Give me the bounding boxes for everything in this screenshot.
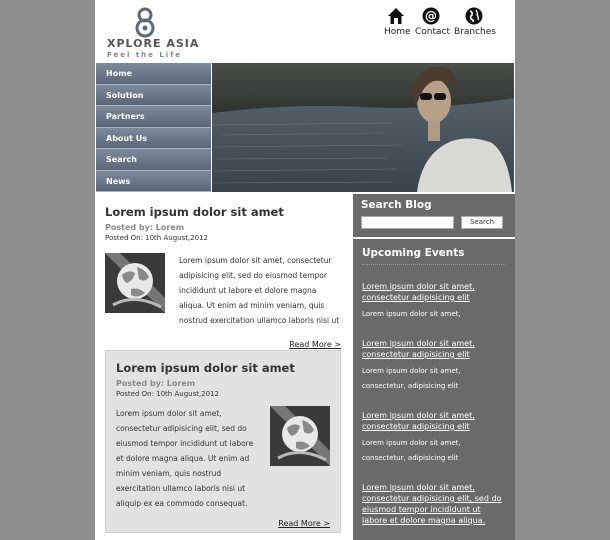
event-description: Lorem ipsum dolor sit amet, consectetur,… bbox=[362, 439, 461, 462]
event-item: Lorem ipsum dolor sit amet, consectetur … bbox=[362, 281, 506, 322]
read-more-link[interactable]: Read More > bbox=[105, 340, 341, 349]
topnav-branches-label: Branches bbox=[454, 27, 496, 37]
menu-item-search[interactable]: Search bbox=[96, 149, 211, 171]
topnav-contact-label: Contact bbox=[415, 27, 451, 37]
event-link[interactable]: Lorem ipsum dolor sit amet, consectetur … bbox=[362, 281, 506, 303]
menu-item-home[interactable]: Home bbox=[96, 63, 211, 85]
event-link[interactable]: Lorem ipsum dolor sit amet, consectetur … bbox=[362, 338, 506, 360]
globe-thumbnail-icon bbox=[270, 406, 330, 466]
search-blog-box: Search Blog Search bbox=[353, 194, 515, 237]
blog-post-1: Lorem ipsum dolor sit amet Posted by: Lo… bbox=[105, 205, 341, 349]
event-link[interactable]: Lorem ipsum dolor sit amet, consectetur … bbox=[362, 482, 506, 526]
topnav-home-label: Home bbox=[384, 27, 411, 37]
page: XPLORE ASIA Feel the Life Home @ Contact bbox=[95, 0, 515, 540]
event-link[interactable]: Lorem ipsum dolor sit amet, consectetur … bbox=[362, 410, 506, 432]
post-title[interactable]: Lorem ipsum dolor sit amet bbox=[105, 205, 341, 219]
search-button[interactable]: Search bbox=[461, 216, 503, 229]
event-description: Lorem ipsum dolor sit amet, consectetur,… bbox=[362, 367, 461, 390]
read-more-link[interactable]: Read More > bbox=[116, 519, 330, 528]
menu-item-partners[interactable]: Partners bbox=[96, 106, 211, 128]
globe-icon bbox=[465, 7, 483, 25]
logo-tagline: Feel the Life bbox=[107, 51, 182, 59]
post-title[interactable]: Lorem ipsum dolor sit amet bbox=[116, 361, 330, 375]
post-date: Posted On: 10th August,2012 bbox=[116, 390, 220, 398]
event-description: Lorem ipsum dolor sit amet, bbox=[362, 310, 461, 318]
home-icon bbox=[388, 8, 404, 24]
topnav-branches[interactable]: Branches bbox=[454, 7, 496, 37]
upcoming-events: Upcoming Events Lorem ipsum dolor sit am… bbox=[353, 239, 515, 540]
topnav-contact[interactable]: @ Contact bbox=[415, 7, 451, 37]
globe-thumbnail-icon bbox=[105, 253, 165, 313]
post-excerpt: Lorem ipsum dolor sit amet, consectetur … bbox=[179, 256, 340, 325]
top-navigation: Home @ Contact Branches bbox=[384, 7, 504, 37]
blog-post-2: Lorem ipsum dolor sit amet Posted by: Lo… bbox=[105, 350, 341, 533]
menu-item-solution[interactable]: Solution bbox=[96, 84, 211, 106]
post-excerpt: Lorem ipsum dolor sit amet, consectetur … bbox=[116, 409, 254, 508]
main-menu: Home Solution Partners About Us Search N… bbox=[96, 63, 211, 192]
event-item: Lorem ipsum dolor sit amet, consectetur … bbox=[362, 338, 506, 394]
at-sign-icon: @ bbox=[422, 7, 440, 25]
menu-item-about-us[interactable]: About Us bbox=[96, 127, 211, 149]
svg-text:@: @ bbox=[425, 9, 437, 23]
hero-image bbox=[212, 63, 514, 192]
event-item: Lorem ipsum dolor sit amet, consectetur … bbox=[362, 410, 506, 466]
search-input[interactable] bbox=[361, 216, 454, 229]
right-sidebar: Search Blog Search Upcoming Events Lorem… bbox=[353, 194, 515, 540]
search-blog-title: Search Blog bbox=[361, 199, 432, 211]
site-logo[interactable]: XPLORE ASIA Feel the Life bbox=[107, 6, 200, 59]
event-item: Lorem ipsum dolor sit amet, consectetur … bbox=[362, 482, 506, 526]
events-title: Upcoming Events bbox=[362, 247, 506, 265]
post-author: Posted by: Lorem bbox=[105, 223, 185, 232]
post-author: Posted by: Lorem bbox=[116, 379, 196, 388]
logo-mark-icon bbox=[135, 7, 155, 38]
topnav-home[interactable]: Home bbox=[384, 7, 411, 37]
logo-name: XPLORE ASIA bbox=[107, 37, 200, 50]
post-date: Posted On: 10th August,2012 bbox=[105, 234, 209, 242]
menu-item-news[interactable]: News bbox=[96, 170, 211, 192]
